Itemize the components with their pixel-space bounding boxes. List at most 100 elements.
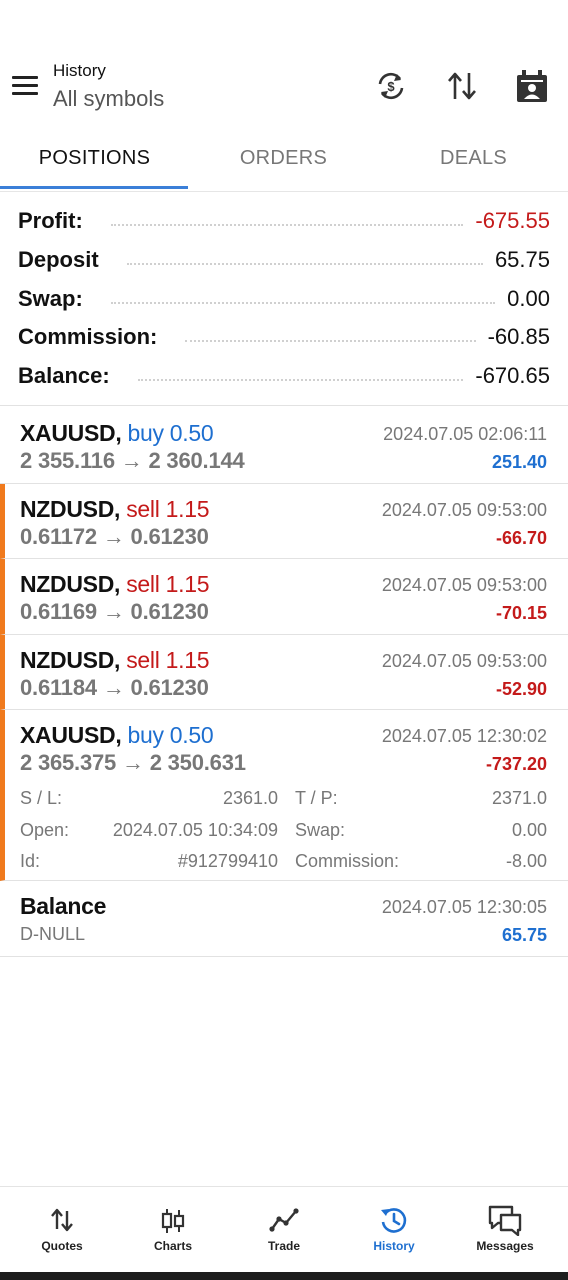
dot-leader	[110, 224, 464, 226]
position-row-expanded[interactable]: XAUUSD, buy 0.50 2 365.375 → 2 350.631 2…	[0, 710, 568, 881]
symbol-filter[interactable]: All symbols	[53, 86, 164, 112]
open-label: Open:	[20, 820, 70, 840]
active-tab-indicator	[0, 186, 188, 189]
balance-title: Balance	[20, 893, 107, 919]
sl-label: S / L:	[20, 788, 63, 808]
nav-quotes[interactable]: Quotes	[7, 1187, 117, 1273]
dot-leader	[185, 340, 476, 342]
symbol-name: NZDUSD,	[20, 571, 121, 597]
nav-history[interactable]: History	[339, 1187, 449, 1273]
nav-trade[interactable]: Trade	[229, 1187, 339, 1273]
tp-value: 2371.0	[491, 788, 547, 808]
nav-messages[interactable]: Messages	[450, 1187, 560, 1273]
deal-time: 2024.07.05 12:30:02	[381, 726, 547, 746]
position-title: XAUUSD, buy 0.50	[20, 722, 214, 749]
id-value: #912799410	[177, 851, 278, 871]
price-range: 0.61184 → 0.61230	[20, 675, 209, 700]
balance-time: 2024.07.05 12:30:05	[381, 897, 547, 917]
system-navigation-bar	[0, 1272, 568, 1280]
trade-icon	[269, 1208, 299, 1232]
balance-comment: D-NULL	[20, 924, 86, 944]
tp-label: T / P:	[295, 788, 338, 808]
tab-deals[interactable]: DEALS	[379, 128, 568, 190]
balance-value: -670.65	[475, 363, 550, 388]
price-range: 2 365.375 → 2 350.631	[20, 750, 246, 775]
sl-value: 2361.0	[222, 788, 278, 808]
summary-row-profit: Profit: -675.55	[18, 206, 550, 236]
profit-value: -675.55	[475, 208, 550, 233]
refresh-sync-icon[interactable]: $	[373, 68, 409, 104]
tab-orders[interactable]: ORDERS	[189, 128, 378, 190]
commission-value: -60.85	[487, 324, 550, 349]
position-title: NZDUSD, sell 1.15	[20, 496, 209, 523]
price-range: 0.61169 → 0.61230	[20, 599, 209, 624]
deposit-value: 65.75	[494, 247, 550, 272]
dot-leader	[137, 379, 464, 381]
trade-side: sell 1.15	[126, 571, 210, 597]
charts-icon	[161, 1209, 185, 1233]
deal-time: 2024.07.05 09:53:00	[381, 651, 547, 671]
position-title: NZDUSD, sell 1.15	[20, 647, 209, 674]
nav-label: History	[373, 1239, 415, 1253]
calendar-icon[interactable]	[514, 68, 550, 104]
summary-row-commission: Commission: -60.85	[18, 322, 550, 352]
bottom-navigation: Quotes Charts Trade History Messages	[0, 1186, 568, 1272]
history-tabs: POSITIONS ORDERS DEALS	[0, 128, 568, 192]
deal-profit: -737.20	[485, 754, 547, 774]
deal-profit: -52.90	[495, 679, 547, 699]
open-value: 2024.07.05 10:34:09	[112, 820, 278, 840]
symbol-name: XAUUSD,	[20, 722, 122, 748]
swap-value: 0.00	[511, 820, 547, 840]
summary-row-swap: Swap: 0.00	[18, 284, 550, 314]
swap-value: 0.00	[507, 286, 550, 311]
profit-label: Profit:	[18, 208, 83, 233]
deal-profit: -70.15	[495, 603, 547, 623]
commission-label: Commission:	[295, 851, 400, 871]
balance-amount: 65.75	[501, 925, 547, 945]
deal-profit: -66.70	[495, 528, 547, 548]
balance-label: Balance:	[18, 363, 110, 388]
sort-icon[interactable]	[444, 68, 480, 104]
page-title: History	[53, 61, 106, 80]
dot-leader	[110, 302, 496, 304]
history-summary: Profit: -675.55 Deposit 65.75 Swap: 0.00…	[0, 200, 568, 406]
deposit-label: Deposit	[18, 247, 99, 272]
symbol-name: NZDUSD,	[20, 647, 121, 673]
commission-label: Commission:	[18, 324, 158, 349]
trade-side: sell 1.15	[126, 496, 210, 522]
nav-label: Trade	[267, 1239, 300, 1253]
nav-charts[interactable]: Charts	[118, 1187, 228, 1273]
tab-positions[interactable]: POSITIONS	[0, 128, 189, 190]
deal-profit: 251.40	[491, 452, 547, 472]
symbol-name: NZDUSD,	[20, 496, 121, 522]
trade-side: sell 1.15	[126, 647, 210, 673]
balance-row[interactable]: Balance D-NULL 2024.07.05 12:30:05 65.75	[0, 881, 568, 957]
symbol-name: XAUUSD,	[20, 420, 122, 446]
position-row[interactable]: NZDUSD, sell 1.15 0.61184 → 0.61230 2024…	[0, 635, 568, 710]
dot-leader	[126, 263, 483, 265]
summary-row-balance: Balance: -670.65	[18, 361, 550, 391]
position-row[interactable]: NZDUSD, sell 1.15 0.61169 → 0.61230 2024…	[0, 559, 568, 635]
position-title: NZDUSD, sell 1.15	[20, 571, 209, 598]
menu-icon[interactable]	[12, 74, 40, 98]
quotes-icon	[51, 1208, 73, 1232]
trade-side: buy 0.50	[127, 420, 214, 446]
trade-side: buy 0.50	[127, 722, 214, 748]
deal-time: 2024.07.05 02:06:11	[383, 424, 547, 444]
swap-label: Swap:	[18, 286, 83, 311]
nav-label: Charts	[153, 1239, 192, 1253]
commission-value: -8.00	[505, 851, 547, 871]
position-row[interactable]: XAUUSD, buy 0.50 2 355.116 → 2 360.144 2…	[0, 408, 568, 484]
nav-label: Quotes	[41, 1239, 83, 1253]
id-label: Id:	[20, 851, 41, 871]
messages-icon	[488, 1205, 522, 1236]
price-range: 2 355.116 → 2 360.144	[20, 448, 245, 473]
price-range: 0.61172 → 0.61230	[20, 524, 209, 549]
position-row[interactable]: NZDUSD, sell 1.15 0.61172 → 0.61230 2024…	[0, 484, 568, 559]
nav-label: Messages	[476, 1239, 534, 1253]
deal-time: 2024.07.05 09:53:00	[381, 575, 547, 595]
svg-text:$: $	[387, 79, 395, 94]
swap-label: Swap:	[295, 820, 346, 840]
deal-time: 2024.07.05 09:53:00	[381, 500, 547, 520]
top-bar: History All symbols $	[0, 0, 568, 128]
